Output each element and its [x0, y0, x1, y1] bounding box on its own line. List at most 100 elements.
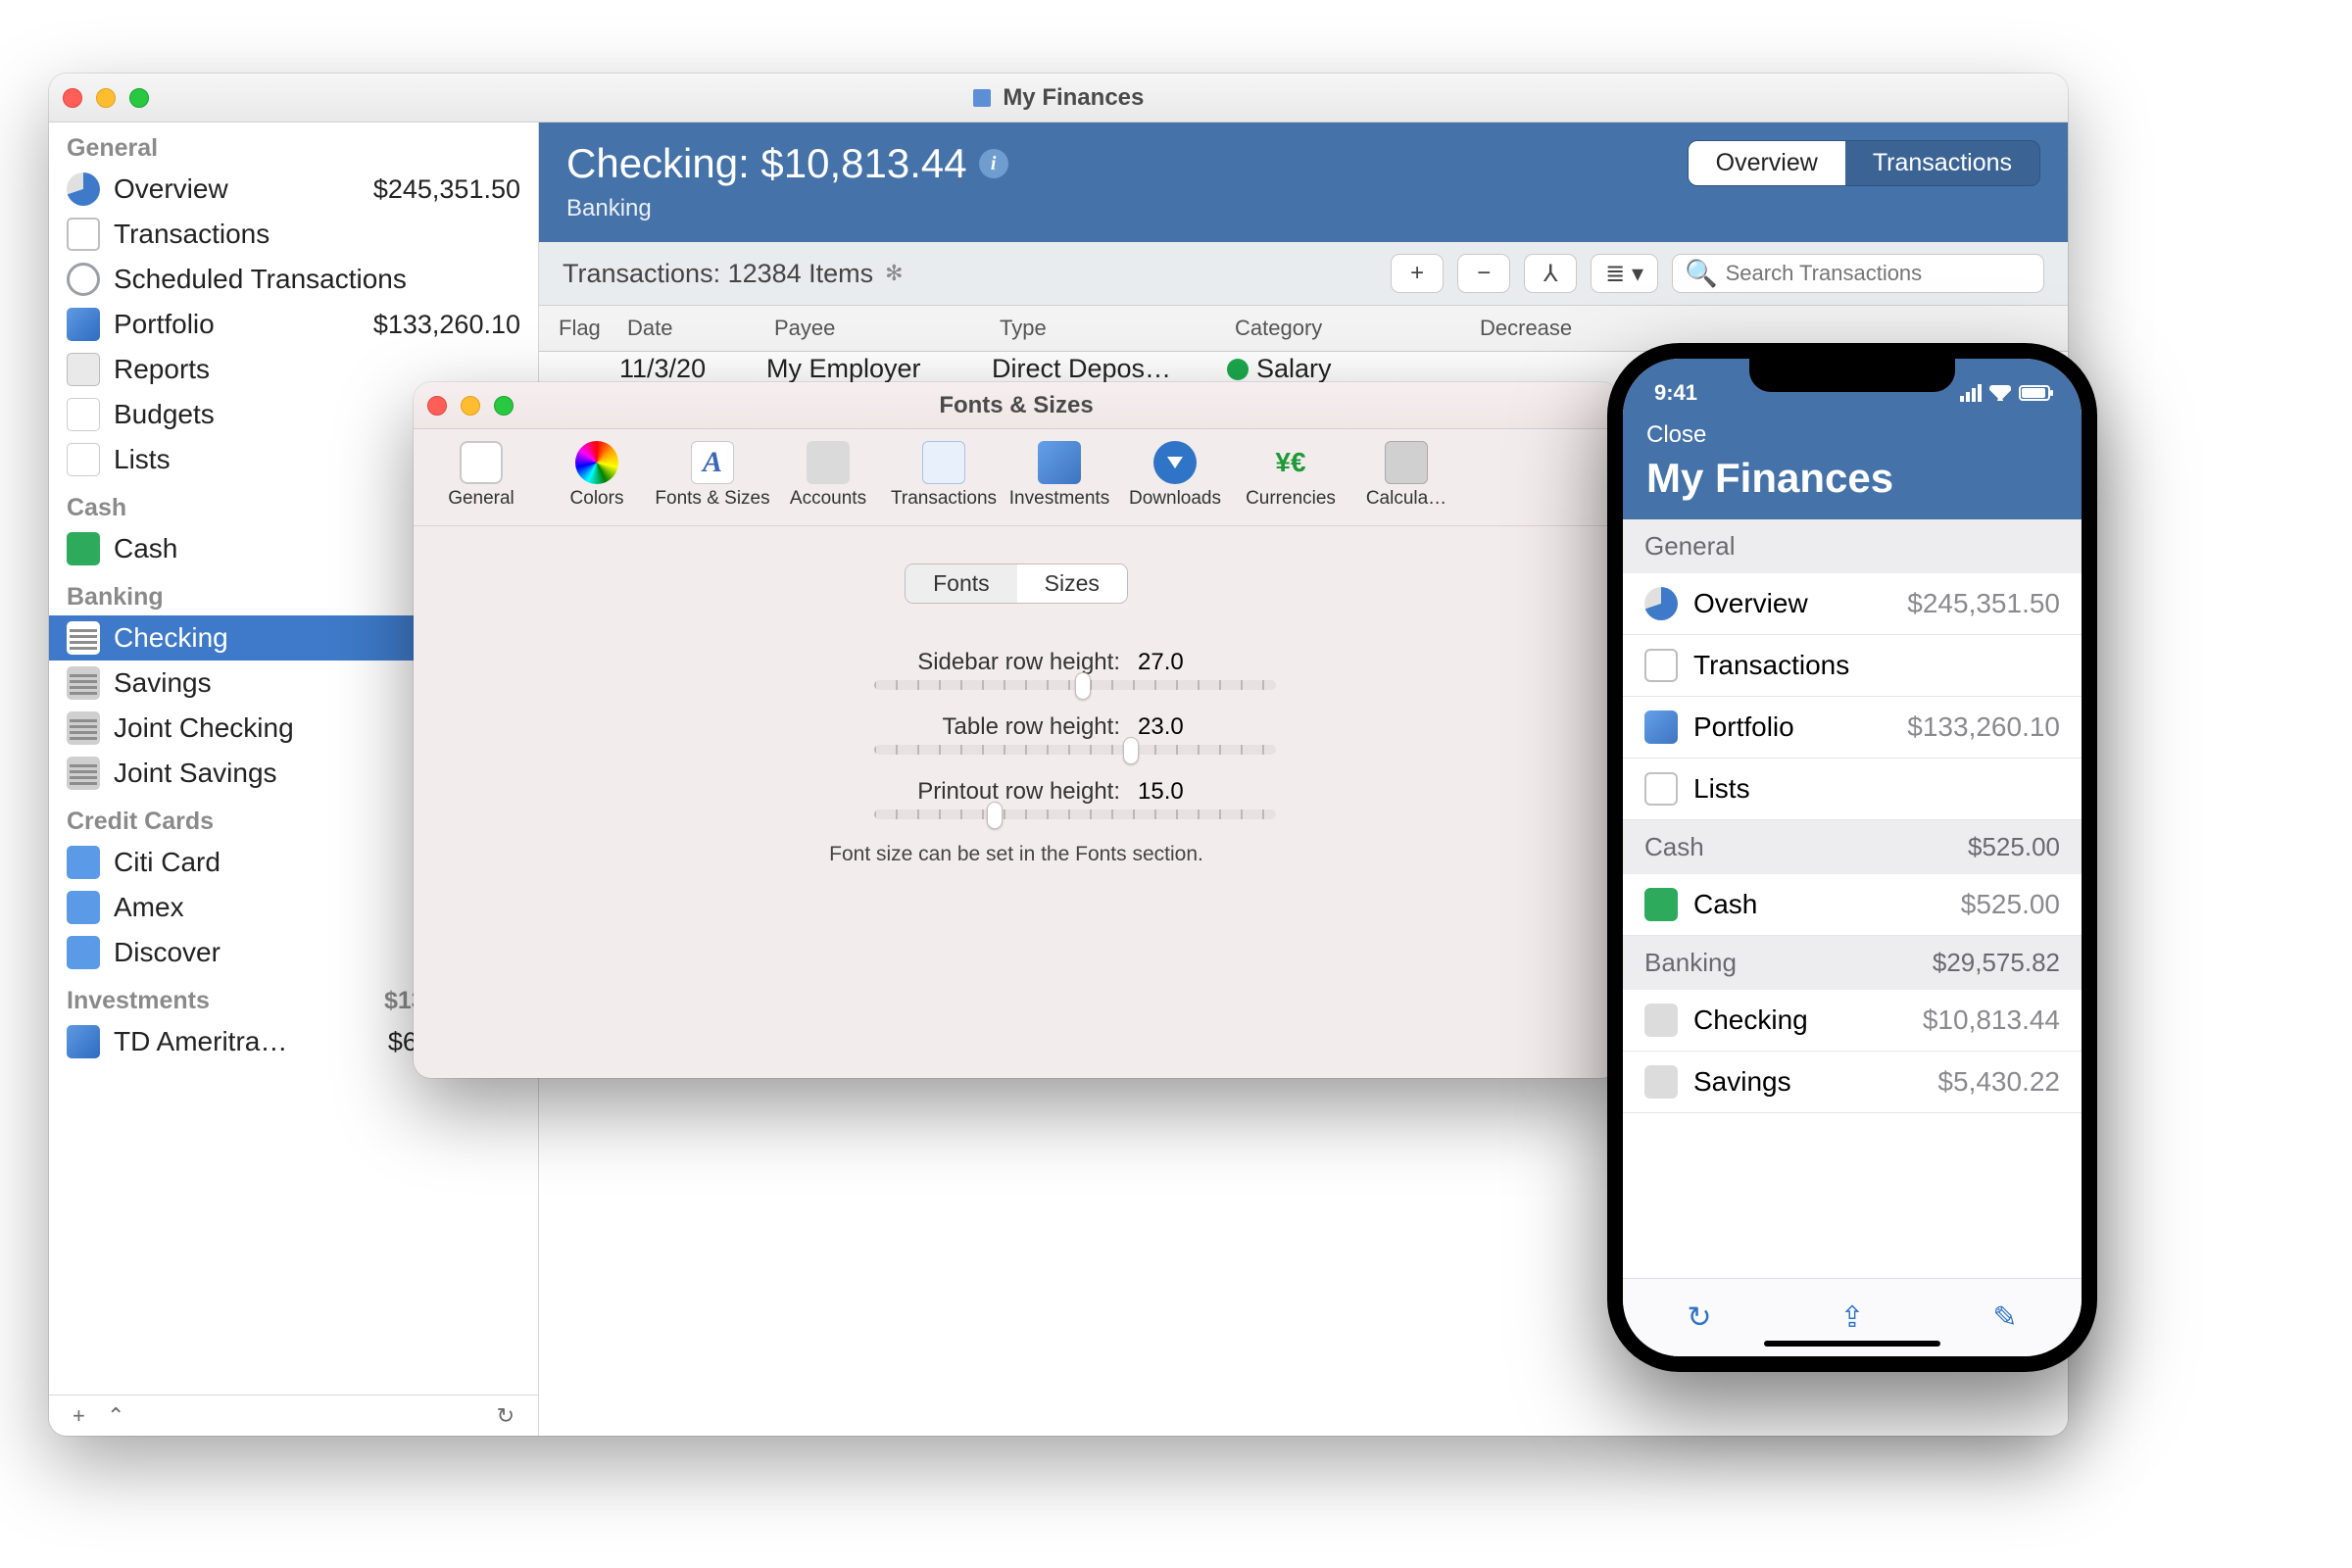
phone-list-item[interactable]: Transactions	[1623, 635, 2082, 697]
phone-item-label: Cash	[1693, 889, 1961, 920]
phone-notch	[1749, 359, 1955, 392]
phone-item-amount: $10,813.44	[1923, 1004, 2060, 1036]
prefs-tab[interactable]: Accounts	[770, 435, 886, 515]
sidebar-item-label: Joint Savings	[114, 758, 440, 789]
prefs-tab[interactable]: General	[423, 435, 539, 515]
search-field[interactable]: 🔍	[1672, 254, 2044, 293]
chart-icon	[67, 1025, 100, 1058]
slider-thumb[interactable]	[987, 802, 1003, 829]
sidebar-item-amount: $245,351.50	[364, 174, 520, 205]
tab-overview[interactable]: Overview	[1689, 141, 1845, 185]
phone-list-item[interactable]: Checking $10,813.44	[1623, 990, 2082, 1052]
column-header[interactable]: Type	[992, 312, 1227, 345]
category-dot-icon	[1227, 359, 1249, 380]
pref-row: Table row height:23.0	[472, 713, 1560, 741]
pref-value: 27.0	[1138, 649, 1216, 676]
view-segmented-control[interactable]: Overview Transactions	[1688, 140, 2040, 186]
cell-type: Direct Depos…	[992, 354, 1227, 384]
phone-close-button[interactable]: Close	[1646, 421, 2058, 449]
home-indicator[interactable]	[1764, 1341, 1940, 1347]
sidebar-item-label: Joint Checking	[114, 712, 455, 744]
phone-refresh-button[interactable]: ↻	[1687, 1300, 1711, 1335]
prefs-tab[interactable]: Transactions	[886, 435, 1002, 515]
phone-list-item[interactable]: Cash $525.00	[1623, 874, 2082, 936]
phone-item-label: Checking	[1693, 1004, 1923, 1036]
phone-section-header: Banking$29,575.82	[1623, 936, 2082, 990]
sidebar-collapse-button[interactable]: ⌃	[99, 1401, 132, 1430]
slider-thumb[interactable]	[1075, 672, 1091, 700]
calc-icon	[67, 353, 100, 386]
prefs-tab[interactable]: Colors	[539, 435, 655, 515]
pref-row: Printout row height:15.0	[472, 778, 1560, 806]
prefs-tab[interactable]: Calcula…	[1348, 435, 1464, 515]
sidebar-item[interactable]: Transactions	[49, 212, 538, 257]
column-header[interactable]: Flag	[551, 312, 619, 345]
bank-icon	[1644, 1065, 1678, 1099]
column-header[interactable]: Payee	[766, 312, 992, 345]
prefs-tab-label: Investments	[1002, 488, 1117, 510]
remove-transaction-button[interactable]: −	[1457, 254, 1510, 293]
slider-thumb[interactable]	[1123, 737, 1139, 764]
prefs-tab-label: Currencies	[1233, 488, 1348, 510]
sidebar-add-button[interactable]: +	[65, 1401, 93, 1430]
phone-header: Close My Finances	[1623, 417, 2082, 519]
seg-sizes[interactable]: Sizes	[1017, 564, 1127, 603]
wifi-icon	[1989, 385, 2011, 401]
prefs-tab[interactable]: ¥€Currencies	[1233, 435, 1348, 515]
pref-slider[interactable]	[874, 745, 1276, 755]
sidebar-item[interactable]: Scheduled Transactions	[49, 257, 538, 302]
cell-category: Salary	[1227, 354, 1452, 384]
sidebar-item-label: TD Ameritra…	[114, 1026, 378, 1057]
phone-item-label: Transactions	[1693, 650, 2060, 681]
doc-icon	[67, 218, 100, 251]
tab-transactions[interactable]: Transactions	[1845, 141, 2039, 185]
search-input[interactable]	[1726, 261, 2032, 286]
prefs-tab-icon	[460, 441, 503, 484]
seg-fonts[interactable]: Fonts	[906, 564, 1017, 603]
phone-compose-button[interactable]: ✎	[1992, 1300, 2017, 1335]
prefs-tab-label: Transactions	[886, 488, 1002, 510]
phone-item-label: Lists	[1693, 773, 2060, 805]
phone-list-item[interactable]: Lists	[1623, 759, 2082, 820]
sidebar-group-header: General	[49, 122, 538, 167]
prefs-tab[interactable]: Investments	[1002, 435, 1117, 515]
prefs-tab[interactable]: AFonts & Sizes	[655, 435, 770, 515]
bank-icon	[1644, 1004, 1678, 1037]
sidebar-item[interactable]: Portfolio $133,260.10	[49, 302, 538, 347]
transactions-count: Transactions: 12384 Items	[563, 259, 873, 289]
pref-label: Sidebar row height:	[816, 649, 1120, 676]
document-icon	[973, 89, 991, 107]
signal-icon	[1960, 384, 1982, 402]
sidebar-refresh-button[interactable]: ↻	[489, 1401, 522, 1431]
info-icon[interactable]: i	[979, 149, 1008, 178]
column-header[interactable]: Date	[619, 312, 766, 345]
phone-list-item[interactable]: Savings $5,430.22	[1623, 1052, 2082, 1113]
pref-value: 15.0	[1138, 778, 1216, 806]
transactions-toolbar: Transactions: 12384 Items ✻ + − ⅄ ≣ ▾ 🔍	[539, 242, 2068, 306]
sidebar-footer: + ⌃ ↻	[49, 1395, 538, 1436]
phone-screen: 9:41 Close My Finances General Overview …	[1623, 359, 2082, 1356]
pref-slider[interactable]	[874, 680, 1276, 690]
phone-list-item[interactable]: Portfolio $133,260.10	[1623, 697, 2082, 759]
view-options-button[interactable]: ≣ ▾	[1591, 254, 1658, 293]
phone-list-item[interactable]: Overview $245,351.50	[1623, 573, 2082, 635]
prefs-tab-icon	[1153, 441, 1197, 484]
prefs-tab-label: Calcula…	[1348, 488, 1464, 510]
gear-icon[interactable]: ✻	[885, 261, 903, 286]
phone-share-button[interactable]: ⇪	[1839, 1300, 1864, 1335]
prefs-tab[interactable]: Downloads	[1117, 435, 1233, 515]
add-transaction-button[interactable]: +	[1391, 254, 1444, 293]
split-button[interactable]: ⅄	[1524, 254, 1577, 293]
column-header[interactable]: Category	[1227, 312, 1472, 345]
sidebar-item[interactable]: Overview $245,351.50	[49, 167, 538, 212]
column-header[interactable]: Decrease	[1472, 312, 1668, 345]
prefs-tab-icon	[1385, 441, 1428, 484]
fonts-sizes-segmented[interactable]: Fonts Sizes	[905, 564, 1128, 604]
pref-slider[interactable]	[874, 809, 1276, 819]
bank-icon	[67, 621, 100, 655]
pie-icon	[1644, 587, 1678, 620]
prefs-tab-label: Downloads	[1117, 488, 1233, 510]
list-icon	[1644, 772, 1678, 806]
prefs-toolbar: GeneralColorsAFonts & SizesAccountsTrans…	[414, 429, 1619, 526]
phone-item-label: Overview	[1693, 588, 1907, 619]
